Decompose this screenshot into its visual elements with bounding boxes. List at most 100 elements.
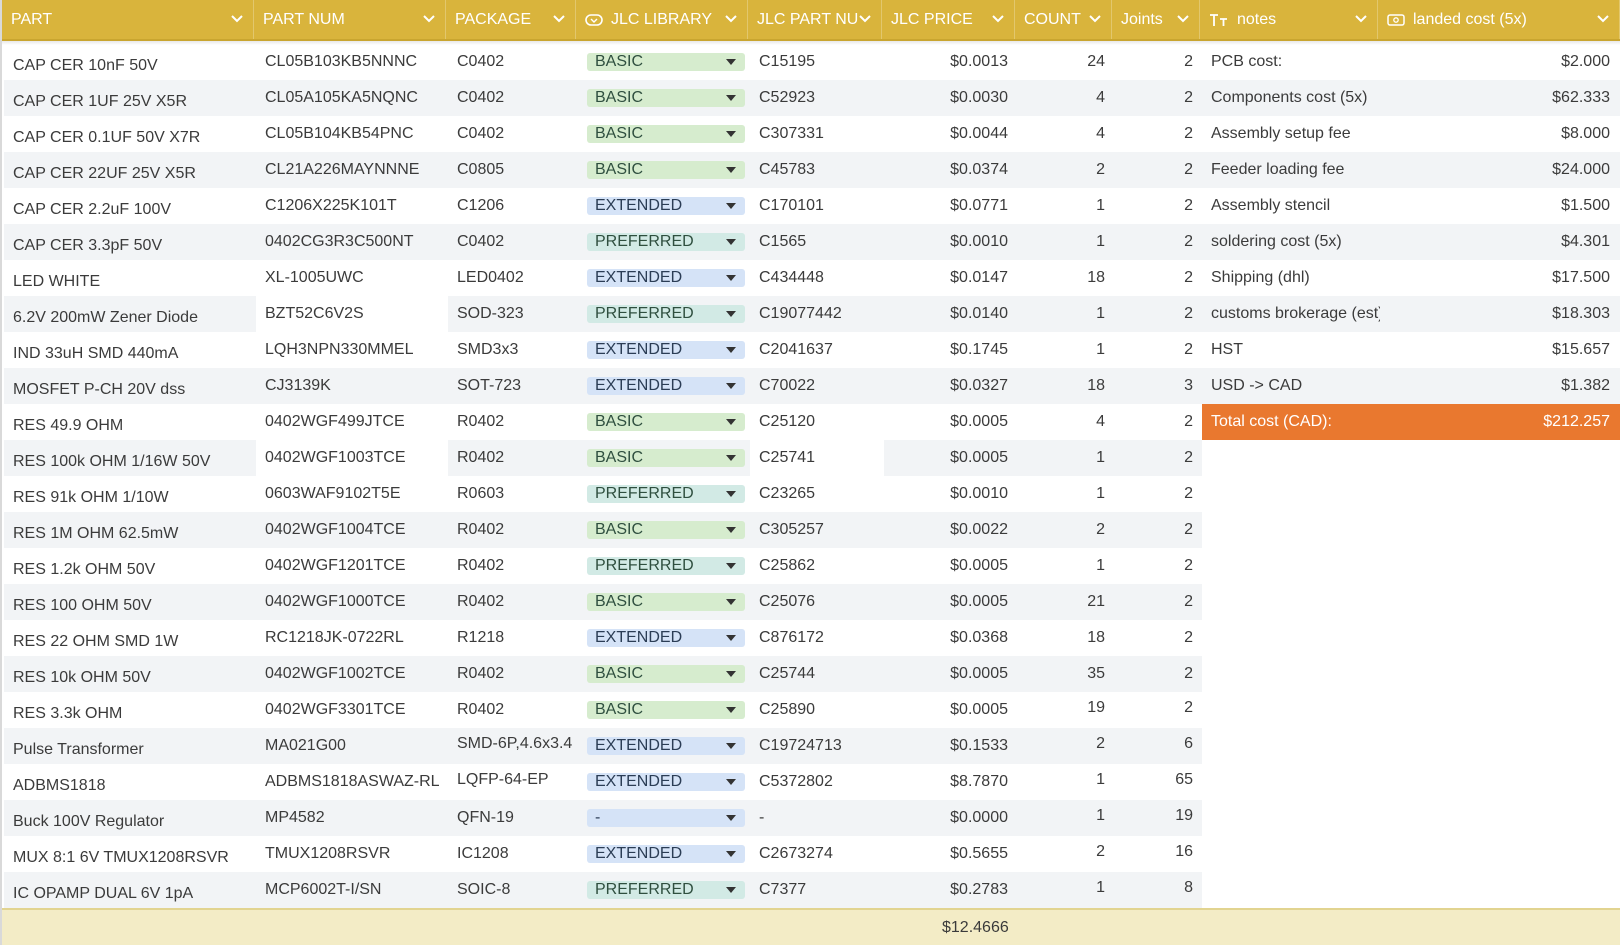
part-cell[interactable]: CAP CER 1UF 25V X5R [4,80,256,116]
part-num-cell[interactable]: 0402WGF3301TCE [256,692,448,728]
part-num-cell[interactable]: XL-1005UWC [256,260,448,296]
package-cell[interactable]: QFN-19 [448,800,578,836]
count-cell[interactable]: 1 [1017,188,1114,224]
notes-cell[interactable]: Assembly stencil [1202,188,1380,224]
jlc-price-cell[interactable]: $8.7870 [884,764,1017,800]
part-cell[interactable]: ADBMS1818 [4,764,256,800]
jlc-part-cell[interactable]: C5372802 [750,764,884,800]
jlc-part-cell[interactable]: C19077442 [750,296,884,332]
jlc-library-dropdown[interactable]: BASIC [587,521,745,539]
jlc-price-cell[interactable]: $0.0013 [884,44,1017,80]
jlc-part-cell[interactable]: C45783 [750,152,884,188]
part-cell[interactable]: 6.2V 200mW Zener Diode [4,296,256,332]
landed-cost-cell[interactable] [1380,692,1620,728]
package-cell[interactable]: C0805 [448,152,578,188]
landed-cost-cell[interactable]: $1.500 [1380,188,1620,224]
count-cell[interactable]: 18 [1017,260,1114,296]
part-num-cell[interactable]: CL05A105KA5NQNC [256,80,448,116]
part-num-cell[interactable]: 0402WGF1002TCE [256,656,448,692]
jlc-library-cell[interactable]: EXTENDED [578,764,750,800]
column-header-jlc-price[interactable]: JLC PRICE [882,0,1015,39]
dropdown-arrow-icon[interactable] [726,131,736,137]
jlc-library-dropdown[interactable]: BASIC [587,665,745,683]
jlc-part-cell[interactable]: C15195 [750,44,884,80]
landed-cost-cell[interactable]: $62.333 [1380,80,1620,116]
part-num-cell[interactable]: CJ3139K [256,368,448,404]
joints-cell[interactable]: 2 [1114,116,1202,152]
landed-cost-cell[interactable] [1380,476,1620,512]
joints-cell[interactable]: 2 [1114,404,1202,440]
jlc-price-cell[interactable]: $0.0005 [884,656,1017,692]
part-num-cell[interactable]: 0402WGF1000TCE [256,584,448,620]
count-cell[interactable]: 18 [1017,368,1114,404]
notes-cell[interactable] [1202,440,1380,476]
package-cell[interactable]: SMD-6P,4.6x3.4 [448,728,578,764]
jlc-library-cell[interactable]: EXTENDED [578,368,750,404]
part-num-cell[interactable]: CL05B104KB54PNC [256,116,448,152]
count-cell[interactable]: 4 [1017,116,1114,152]
package-cell[interactable]: R0402 [448,440,578,476]
landed-cost-cell[interactable]: $8.000 [1380,116,1620,152]
notes-cell[interactable] [1202,476,1380,512]
jlc-part-cell[interactable]: C170101 [750,188,884,224]
package-cell[interactable]: R1218 [448,620,578,656]
dropdown-arrow-icon[interactable] [726,95,736,101]
package-cell[interactable]: C0402 [448,80,578,116]
jlc-price-cell[interactable]: $0.5655 [884,836,1017,872]
total-cost-label[interactable]: Total cost (CAD): [1202,404,1380,440]
jlc-price-cell[interactable]: $0.0030 [884,80,1017,116]
joints-cell[interactable]: 2 [1114,152,1202,188]
part-cell[interactable]: RES 100 OHM 50V [4,584,256,620]
jlc-library-dropdown[interactable]: EXTENDED [587,773,745,791]
part-num-cell[interactable]: CL05B103KB5NNNC [256,44,448,80]
count-cell[interactable]: 21 [1017,584,1114,620]
notes-cell[interactable]: customs brokerage (est) [1202,296,1384,332]
count-cell[interactable]: 4 [1017,80,1114,116]
jlc-library-dropdown[interactable]: EXTENDED [587,629,745,647]
jlc-part-cell[interactable]: C2673274 [750,836,884,872]
jlc-price-cell[interactable]: $0.0005 [884,692,1017,728]
jlc-library-cell[interactable]: EXTENDED [578,188,750,224]
jlc-library-cell[interactable]: BASIC [578,584,750,620]
jlc-part-cell[interactable]: C25862 [750,548,884,584]
jlc-price-cell[interactable]: $0.0044 [884,116,1017,152]
jlc-library-dropdown[interactable]: BASIC [587,161,745,179]
jlc-library-dropdown[interactable]: EXTENDED [587,269,745,287]
jlc-library-cell[interactable]: BASIC [578,404,750,440]
count-cell[interactable]: 2 [1017,728,1114,764]
column-header-landed-cost-5x[interactable]: landed cost (5x) [1378,0,1620,39]
part-cell[interactable]: IC OPAMP DUAL 6V 1pA [4,872,256,908]
dropdown-arrow-icon[interactable] [726,347,736,353]
part-cell[interactable]: RES 1.2k OHM 50V [4,548,256,584]
jlc-part-cell[interactable]: C876172 [750,620,884,656]
package-cell[interactable]: R0402 [448,692,578,728]
part-cell[interactable]: MOSFET P-CH 20V dss [4,368,256,404]
jlc-library-dropdown[interactable]: BASIC [587,413,745,431]
jlc-part-cell[interactable]: C19724713 [750,728,884,764]
jlc-library-cell[interactable]: PREFERRED [578,872,750,908]
landed-cost-cell[interactable]: $18.303 [1380,296,1620,332]
part-num-cell[interactable]: C1206X225K101T [256,188,448,224]
joints-cell[interactable]: 2 [1114,440,1202,476]
joints-cell[interactable]: 19 [1114,800,1202,836]
part-num-cell[interactable]: LQH3NPN330MMEL [256,332,448,368]
landed-cost-cell[interactable]: $2.000 [1380,44,1620,80]
jlc-price-cell[interactable]: $0.0140 [884,296,1017,332]
count-cell[interactable]: 1 [1017,224,1114,260]
notes-cell[interactable]: Components cost (5x) [1202,80,1380,116]
dropdown-arrow-icon[interactable] [726,491,736,497]
part-num-cell[interactable]: ADBMS1818ASWAZ-RL [256,764,448,800]
jlc-library-dropdown[interactable]: BASIC [587,593,745,611]
jlc-part-cell[interactable]: C7377 [750,872,884,908]
part-cell[interactable]: RES 10k OHM 50V [4,656,256,692]
jlc-library-cell[interactable]: EXTENDED [578,260,750,296]
joints-cell[interactable]: 2 [1114,548,1202,584]
dropdown-arrow-icon[interactable] [726,599,736,605]
jlc-part-cell[interactable]: C25076 [750,584,884,620]
jlc-library-dropdown[interactable]: BASIC [587,449,745,467]
dropdown-arrow-icon[interactable] [726,455,736,461]
jlc-library-dropdown[interactable]: PREFERRED [587,233,745,251]
package-cell[interactable]: SOIC-8 [448,872,578,908]
dropdown-arrow-icon[interactable] [726,419,736,425]
notes-cell[interactable]: Shipping (dhl) [1202,260,1380,296]
